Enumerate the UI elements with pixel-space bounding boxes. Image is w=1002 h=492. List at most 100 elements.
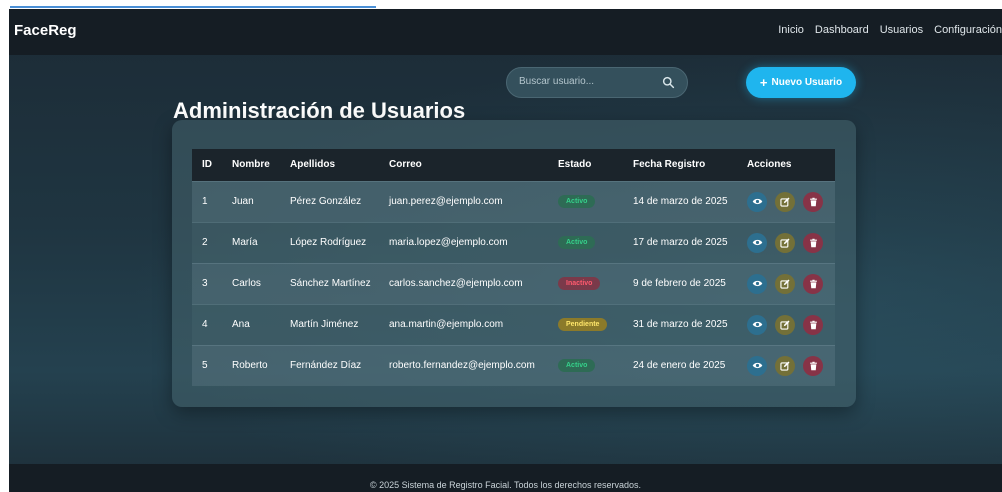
footer-text: © 2025 Sistema de Registro Facial. Todos…	[369, 480, 642, 490]
users-table: ID Nombre Apellidos Correo Estado Fecha …	[192, 149, 835, 386]
cell-apellidos: Fernández Díaz	[280, 344, 379, 386]
delete-button[interactable]	[803, 232, 823, 253]
edit-button[interactable]	[775, 191, 795, 212]
edit-icon	[780, 320, 790, 330]
cell-correo: carlos.sanchez@ejemplo.com	[379, 262, 548, 304]
cell-fecha: 24 de enero de 2025	[623, 344, 737, 386]
cell-correo: roberto.fernandez@ejemplo.com	[379, 344, 548, 386]
view-button[interactable]	[747, 273, 767, 294]
column-header-estado: Estado	[558, 159, 592, 171]
brand-logo[interactable]: FaceReg	[14, 22, 77, 39]
cell-correo: maria.lopez@ejemplo.com	[379, 221, 548, 263]
cell-id: 2	[192, 221, 222, 263]
status-badge: Activo	[558, 359, 596, 373]
nav-links: Inicio Dashboard Usuarios Configuración	[778, 24, 1002, 36]
view-button[interactable]	[747, 232, 767, 253]
top-link-underline	[10, 6, 376, 8]
trash-icon	[809, 197, 817, 206]
trash-icon	[809, 361, 817, 370]
cell-nombre: Roberto	[222, 344, 280, 386]
cell-id: 5	[192, 344, 222, 386]
edit-button[interactable]	[775, 314, 795, 335]
delete-button[interactable]	[803, 273, 823, 294]
edit-icon	[780, 279, 790, 289]
cell-fecha: 14 de marzo de 2025	[623, 180, 737, 222]
nav-link-inicio[interactable]: Inicio	[778, 24, 804, 36]
eye-icon	[752, 239, 762, 246]
view-button[interactable]	[747, 191, 767, 212]
cell-apellidos: Martín Jiménez	[280, 303, 379, 345]
cell-correo: ana.martin@ejemplo.com	[379, 303, 548, 345]
cell-id: 4	[192, 303, 222, 345]
cell-nombre: Carlos	[222, 262, 280, 304]
search-input[interactable]	[519, 76, 659, 87]
trash-icon	[809, 279, 817, 288]
cell-estado: Activo	[548, 221, 623, 263]
cell-acciones	[737, 303, 835, 345]
table-row: 4 Ana Martín Jiménez ana.martin@ejemplo.…	[192, 303, 835, 345]
column-header-acciones: Acciones	[747, 159, 792, 171]
row-actions	[747, 232, 835, 253]
row-actions	[747, 191, 835, 212]
view-button[interactable]	[747, 355, 767, 376]
table-row: 2 María López Rodríguez maria.lopez@ejem…	[192, 221, 835, 263]
column-header-id: ID	[202, 159, 212, 171]
cell-acciones	[737, 221, 835, 263]
cell-id: 3	[192, 262, 222, 304]
column-header-fecha: Fecha Registro	[633, 159, 706, 171]
edit-icon	[780, 197, 790, 207]
delete-button[interactable]	[803, 355, 823, 376]
top-strip	[0, 0, 1002, 9]
app-window: FaceReg Inicio Dashboard Usuarios Config…	[9, 9, 1002, 492]
column-header-apellidos: Apellidos	[290, 159, 336, 171]
eye-icon	[752, 280, 762, 287]
column-header-nombre: Nombre	[232, 159, 270, 171]
cell-estado: Activo	[548, 180, 623, 222]
status-badge: Activo	[558, 236, 596, 249]
status-badge: Inactivo	[558, 277, 601, 290]
navbar: FaceReg Inicio Dashboard Usuarios Config…	[9, 9, 1002, 55]
row-actions	[747, 314, 835, 335]
cell-acciones	[737, 344, 835, 386]
eye-icon	[752, 363, 762, 369]
cell-estado: Pendiente	[548, 303, 623, 345]
trash-icon	[809, 238, 817, 247]
delete-button[interactable]	[803, 191, 823, 212]
cell-nombre: Ana	[222, 303, 280, 345]
cell-acciones	[737, 262, 835, 304]
nav-link-dashboard[interactable]: Dashboard	[815, 24, 869, 36]
new-user-label: Nuevo Usuario	[771, 77, 843, 88]
nav-link-configuracion[interactable]: Configuración	[934, 24, 1002, 36]
new-user-button[interactable]: + Nuevo Usuario	[746, 67, 856, 98]
cell-estado: Inactivo	[548, 262, 623, 304]
cell-apellidos: López Rodríguez	[280, 221, 379, 263]
row-actions	[747, 355, 835, 376]
table-row: 1 Juan Pérez González juan.perez@ejemplo…	[192, 180, 835, 222]
cell-acciones	[737, 180, 835, 222]
edit-button[interactable]	[775, 355, 795, 376]
delete-button[interactable]	[803, 314, 823, 335]
cell-fecha: 9 de febrero de 2025	[623, 262, 737, 304]
cell-nombre: María	[222, 221, 280, 263]
cell-fecha: 31 de marzo de 2025	[623, 303, 737, 345]
users-card: ID Nombre Apellidos Correo Estado Fecha …	[172, 120, 856, 407]
view-button[interactable]	[747, 314, 767, 335]
search-icon[interactable]	[662, 76, 675, 89]
footer: © 2025 Sistema de Registro Facial. Todos…	[9, 464, 1002, 492]
edit-icon	[780, 238, 790, 248]
status-badge: Activo	[558, 195, 596, 208]
edit-icon	[780, 361, 790, 371]
cell-estado: Activo	[548, 344, 623, 386]
trash-icon	[809, 320, 817, 329]
table-row: 3 Carlos Sánchez Martínez carlos.sanchez…	[192, 262, 835, 304]
cell-apellidos: Pérez González	[280, 180, 379, 222]
edit-button[interactable]	[775, 273, 795, 294]
cell-apellidos: Sánchez Martínez	[280, 262, 379, 304]
edit-button[interactable]	[775, 232, 795, 253]
nav-link-usuarios[interactable]: Usuarios	[880, 24, 923, 36]
table-row: 5 Roberto Fernández Díaz roberto.fernand…	[192, 344, 835, 386]
table-header-row: ID Nombre Apellidos Correo Estado Fecha …	[192, 149, 835, 181]
eye-icon	[752, 321, 762, 328]
cell-nombre: Juan	[222, 180, 280, 222]
cell-fecha: 17 de marzo de 2025	[623, 221, 737, 263]
